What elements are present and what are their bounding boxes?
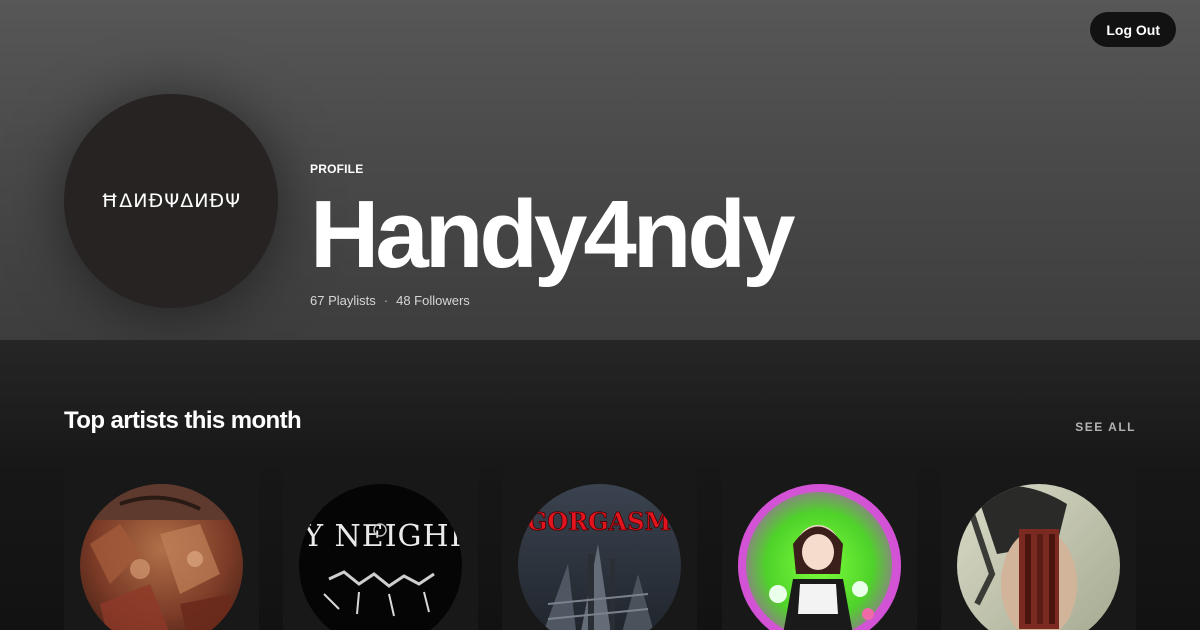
profile-page: Log Out ĦΔИÐΨΔИÐΨ PROFILE Handy4ndy 67 P…: [0, 0, 1200, 630]
profile-info: PROFILE Handy4ndy 67 Playlists · 48 Foll…: [310, 162, 795, 308]
profile-type-label: PROFILE: [310, 162, 364, 176]
avatar-text: ĦΔИÐΨΔИÐΨ: [100, 190, 242, 212]
artist-image: [957, 484, 1120, 630]
artist-card[interactable]: [64, 468, 259, 630]
artist-card[interactable]: NOISY NEIGHBORS: [283, 468, 478, 630]
logout-button[interactable]: Log Out: [1090, 12, 1176, 47]
artist-card[interactable]: [941, 468, 1136, 630]
profile-name: Handy4ndy: [310, 181, 795, 288]
svg-text:GORGASM: GORGASM: [527, 507, 671, 536]
artist-image: NOISY NEIGHBORS: [299, 484, 462, 630]
profile-header: Log Out ĦΔИÐΨΔИÐΨ PROFILE Handy4ndy 67 P…: [0, 0, 1200, 340]
artist-image: [738, 484, 901, 630]
neon-anime-art: [738, 484, 901, 630]
artist-card[interactable]: GORGASM: [502, 468, 697, 630]
followers-count[interactable]: 48 Followers: [396, 293, 470, 308]
face-portrait-art: [957, 484, 1120, 630]
gorgasm-logo-art: GORGASM: [518, 484, 681, 630]
stats-separator: ·: [383, 293, 389, 308]
section-title: Top artists this month: [64, 407, 302, 434]
artist-image: [80, 484, 243, 630]
artist-card[interactable]: [722, 468, 917, 630]
top-artists-section: Top artists this month SEE ALL Y NEIGH G…: [0, 340, 1200, 630]
noisy-neighbors-logo-art: NOISY NEIGHBORS: [299, 484, 462, 630]
artist-image: GORGASM: [518, 484, 681, 630]
playlists-count[interactable]: 67 Playlists: [310, 293, 376, 308]
see-all-link[interactable]: SEE ALL: [1075, 420, 1136, 434]
gore-painting-art: [80, 484, 243, 630]
profile-stats: 67 Playlists · 48 Followers: [310, 293, 791, 308]
avatar[interactable]: ĦΔИÐΨΔИÐΨ: [64, 94, 278, 308]
